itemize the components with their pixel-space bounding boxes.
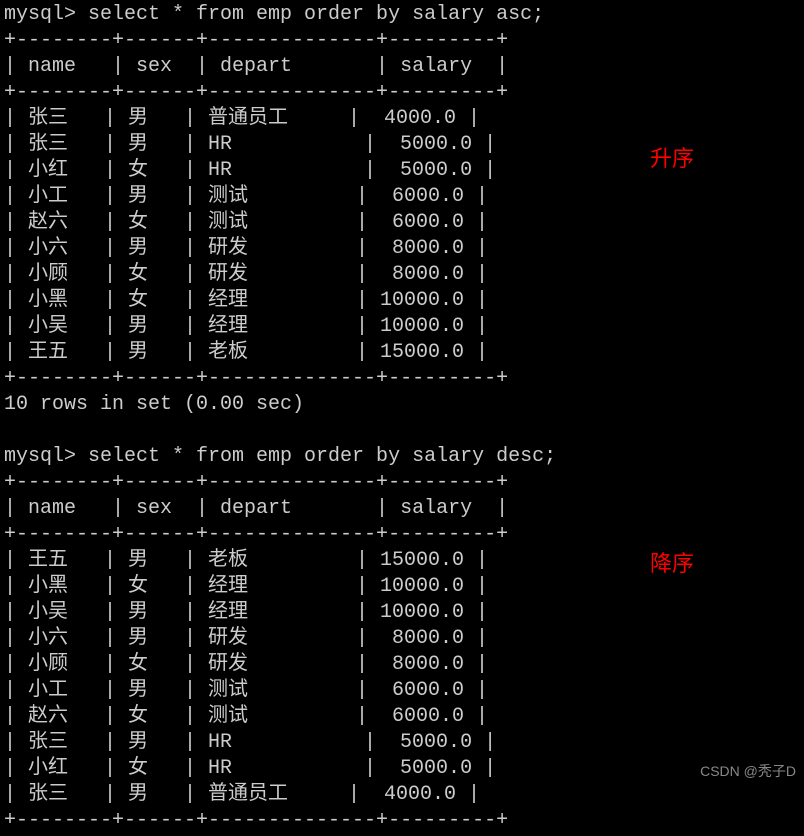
table-row: | 王五 | 男 | 老板 | 15000.0 | bbox=[0, 340, 804, 366]
rowcount-text: 10 rows in set (0.00 sec) bbox=[0, 392, 804, 418]
descending-label: 降序 bbox=[650, 550, 694, 579]
sql-prompt-desc: mysql> select * from emp order by salary… bbox=[0, 444, 804, 470]
table-row: | 小工 | 男 | 测试 | 6000.0 | bbox=[0, 678, 804, 704]
table-row: | 小工 | 男 | 测试 | 6000.0 | bbox=[0, 184, 804, 210]
table-body-desc: | 王五 | 男 | 老板 | 15000.0 || 小黑 | 女 | 经理 |… bbox=[0, 548, 804, 808]
ascending-label: 升序 bbox=[650, 145, 694, 174]
table-row: | 小六 | 男 | 研发 | 8000.0 | bbox=[0, 626, 804, 652]
table-row: | 张三 | 男 | HR | 5000.0 | bbox=[0, 730, 804, 756]
sql-prompt-asc: mysql> select * from emp order by salary… bbox=[0, 2, 804, 28]
table-row: | 赵六 | 女 | 测试 | 6000.0 | bbox=[0, 210, 804, 236]
table-row: | 赵六 | 女 | 测试 | 6000.0 | bbox=[0, 704, 804, 730]
blank-line bbox=[0, 418, 804, 444]
table-border-top: +--------+------+--------------+--------… bbox=[0, 28, 804, 54]
table-header-row: | name | sex | depart | salary | bbox=[0, 496, 804, 522]
table-row: | 小吴 | 男 | 经理 | 10000.0 | bbox=[0, 600, 804, 626]
table-row: | 小吴 | 男 | 经理 | 10000.0 | bbox=[0, 314, 804, 340]
table-border-mid: +--------+------+--------------+--------… bbox=[0, 80, 804, 106]
table-border-bottom: +--------+------+--------------+--------… bbox=[0, 808, 804, 834]
table-row: | 小红 | 女 | HR | 5000.0 | bbox=[0, 756, 804, 782]
watermark-text: CSDN @秃子D bbox=[700, 762, 796, 780]
table-row: | 小六 | 男 | 研发 | 8000.0 | bbox=[0, 236, 804, 262]
table-row: | 张三 | 男 | 普通员工 | 4000.0 | bbox=[0, 782, 804, 808]
table-border-mid: +--------+------+--------------+--------… bbox=[0, 522, 804, 548]
table-header-row: | name | sex | depart | salary | bbox=[0, 54, 804, 80]
table-border-top: +--------+------+--------------+--------… bbox=[0, 470, 804, 496]
table-row: | 张三 | 男 | 普通员工 | 4000.0 | bbox=[0, 106, 804, 132]
table-row: | 小顾 | 女 | 研发 | 8000.0 | bbox=[0, 652, 804, 678]
table-row: | 小黑 | 女 | 经理 | 10000.0 | bbox=[0, 288, 804, 314]
table-border-bottom: +--------+------+--------------+--------… bbox=[0, 366, 804, 392]
table-row: | 小顾 | 女 | 研发 | 8000.0 | bbox=[0, 262, 804, 288]
terminal-output: mysql> select * from emp order by salary… bbox=[0, 0, 804, 836]
